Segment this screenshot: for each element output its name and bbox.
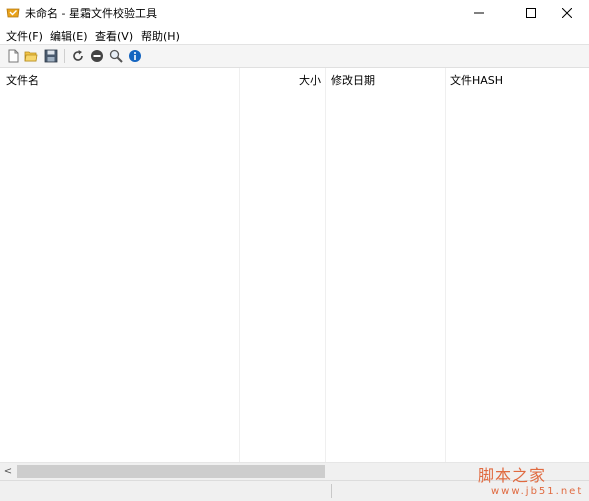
search-icon[interactable] [109,49,123,63]
column-header-filename[interactable]: 文件名 [6,72,39,88]
menu-help[interactable]: 帮助(H) [141,28,180,44]
column-divider[interactable] [445,68,446,463]
menu-view[interactable]: 查看(V) [95,28,133,44]
stop-icon[interactable] [90,49,104,63]
close-button[interactable] [545,0,589,26]
toolbar-separator [64,49,65,63]
status-separator [331,484,332,498]
column-header-size[interactable]: 大小 [299,72,321,88]
minimize-button[interactable] [457,0,501,26]
watermark-url: www.jb51.net [491,486,584,497]
open-folder-icon[interactable] [24,49,38,63]
close-icon [562,8,572,18]
refresh-icon[interactable] [71,49,85,63]
app-icon [6,8,20,18]
scroll-left-arrow[interactable]: < [0,463,16,480]
maximize-icon [526,8,536,18]
window-title: 未命名 - 星霜文件校验工具 [25,7,157,20]
title-bar: 未命名 - 星霜文件校验工具 [0,0,589,26]
menu-edit[interactable]: 编辑(E) [50,28,88,44]
info-icon[interactable] [128,49,142,63]
file-list[interactable]: 文件名 大小 修改日期 文件HASH [0,67,589,463]
column-header-modified-date[interactable]: 修改日期 [331,72,375,88]
column-header-file-hash[interactable]: 文件HASH [450,72,503,88]
column-divider[interactable] [325,68,326,463]
watermark-logo: 脚本之家 [478,466,547,485]
menu-file[interactable]: 文件(F) [6,28,43,44]
new-file-icon[interactable] [6,49,20,63]
minimize-icon [474,12,484,14]
column-divider[interactable] [239,68,240,463]
toolbar [0,44,589,68]
scroll-thumb[interactable] [17,465,325,478]
save-icon[interactable] [44,49,58,63]
menu-bar: 文件(F) 编辑(E) 查看(V) 帮助(H) [0,26,589,44]
